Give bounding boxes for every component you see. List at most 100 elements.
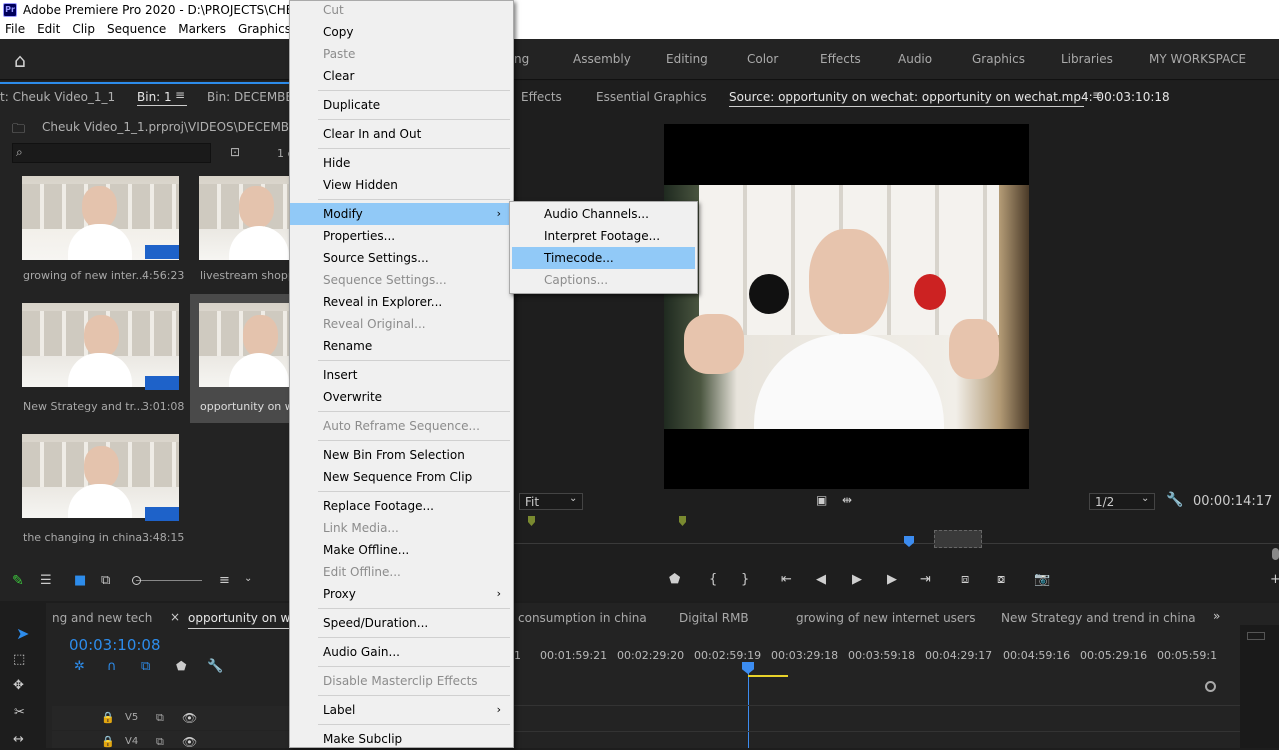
eye-icon[interactable]: 👁: [182, 735, 197, 749]
clip-thumbnail[interactable]: [22, 434, 179, 518]
tab-source[interactable]: Source: opportunity on wechat: opportuni…: [729, 90, 1170, 104]
search-input[interactable]: [12, 143, 211, 163]
folder-up-icon[interactable]: 🗀: [12, 120, 25, 142]
menu-item-edit-offline[interactable]: Edit Offline...: [290, 561, 513, 583]
nest-icon[interactable]: ✲: [74, 659, 85, 674]
sync-lock-icon[interactable]: ⧉: [156, 711, 164, 725]
source-scrub-bar[interactable]: [514, 543, 1279, 544]
menu-item-sequence-settings[interactable]: Sequence Settings...: [290, 269, 513, 291]
menu-item-copy[interactable]: Copy: [290, 21, 513, 43]
panel-menu-icon[interactable]: ≡: [1092, 88, 1102, 102]
menu-item-source-settings[interactable]: Source Settings...: [290, 247, 513, 269]
menu-item-speed-duration[interactable]: Speed/Duration...: [290, 612, 513, 634]
pencil-icon[interactable]: ✎: [12, 573, 24, 589]
sort-icon[interactable]: ≡: [219, 573, 230, 588]
clip-thumbnail-selected[interactable]: [199, 303, 289, 387]
menu-item-reveal-in-explorer[interactable]: Reveal in Explorer...: [290, 291, 513, 313]
tab-bin-1[interactable]: Bin: 1: [137, 90, 172, 104]
tab-sequence[interactable]: New Strategy and trend in china: [1001, 611, 1196, 625]
menu-item-reveal-original[interactable]: Reveal Original...: [290, 313, 513, 335]
tab-bin-december[interactable]: Bin: DECEMBER: [207, 90, 301, 104]
menu-item-paste[interactable]: Paste: [290, 43, 513, 65]
menu-item-clear[interactable]: Clear: [290, 65, 513, 87]
step-back-icon[interactable]: ◀: [816, 572, 826, 587]
lock-icon[interactable]: 🔒: [101, 711, 115, 724]
menu-item-label[interactable]: Label ›: [290, 699, 513, 721]
scroll-handle[interactable]: [1272, 548, 1279, 560]
tab-sequence[interactable]: consumption in china: [518, 611, 647, 625]
step-forward-icon[interactable]: ▶: [887, 572, 897, 587]
submenu-item-timecode[interactable]: Timecode...: [512, 247, 695, 269]
menu-item-make-subclip[interactable]: Make Subclip: [290, 728, 513, 750]
menu-sequence[interactable]: Sequence: [101, 22, 172, 36]
add-marker-icon[interactable]: ⬟: [176, 659, 186, 673]
menu-item-overwrite[interactable]: Overwrite: [290, 386, 513, 408]
close-icon[interactable]: ×: [170, 610, 180, 624]
lock-icon[interactable]: 🔒: [101, 735, 115, 748]
slip-tool-icon[interactable]: ↔: [13, 732, 24, 747]
workspace-color[interactable]: Color: [747, 52, 778, 66]
drag-video-icon[interactable]: ⇹: [842, 493, 852, 507]
menu-item-rename[interactable]: Rename: [290, 335, 513, 357]
menu-item-modify[interactable]: Modify ›: [290, 203, 513, 225]
snap-icon[interactable]: ∩: [107, 659, 117, 674]
mark-out-icon[interactable]: }: [741, 572, 749, 587]
workspace-effects[interactable]: Effects: [820, 52, 861, 66]
menu-item-proxy[interactable]: Proxy ›: [290, 583, 513, 605]
menu-item-duplicate[interactable]: Duplicate: [290, 94, 513, 116]
menu-item-disable-masterclip-effects[interactable]: Disable Masterclip Effects: [290, 670, 513, 692]
workspace-editing[interactable]: Editing: [666, 52, 708, 66]
menu-item-link-media[interactable]: Link Media...: [290, 517, 513, 539]
menu-item-properties[interactable]: Properties...: [290, 225, 513, 247]
home-icon[interactable]: ⌂: [14, 50, 38, 72]
panel-menu-icon[interactable]: ≡: [175, 88, 185, 102]
menu-item-cut[interactable]: Cut: [290, 0, 513, 21]
menu-item-view-hidden[interactable]: View Hidden: [290, 174, 513, 196]
menu-item-clear-in-out[interactable]: Clear In and Out: [290, 123, 513, 145]
go-to-in-icon[interactable]: ⇤: [781, 572, 792, 587]
workspace-libraries[interactable]: Libraries: [1061, 52, 1113, 66]
chevron-down-icon[interactable]: ⌄: [244, 573, 252, 584]
play-icon[interactable]: ▶: [852, 572, 862, 587]
icon-view-icon[interactable]: ■: [74, 573, 86, 588]
insert-icon[interactable]: ⧈: [961, 572, 969, 587]
linked-selection-icon[interactable]: ⧉: [141, 659, 150, 674]
sync-lock-icon[interactable]: ⧉: [156, 735, 164, 749]
menu-item-hide[interactable]: Hide: [290, 152, 513, 174]
overwrite-icon[interactable]: ⧇: [997, 572, 1005, 587]
tab-essential-graphics[interactable]: Essential Graphics: [596, 90, 707, 104]
workspace-my-workspace[interactable]: MY WORKSPACE: [1149, 52, 1246, 66]
workspace-learning[interactable]: ng: [514, 52, 529, 66]
export-frame-icon[interactable]: 📷: [1034, 572, 1050, 587]
razor-tool-icon[interactable]: ✂: [14, 705, 25, 720]
new-search-bin-icon[interactable]: ⊡: [230, 145, 240, 159]
tab-effects[interactable]: Effects: [521, 90, 562, 104]
more-tabs-icon[interactable]: »: [1213, 609, 1220, 623]
menu-edit[interactable]: Edit: [31, 22, 66, 36]
wrench-icon[interactable]: 🔧: [207, 659, 223, 674]
zoom-scroll-handle[interactable]: [1205, 681, 1216, 692]
menu-clip[interactable]: Clip: [66, 22, 101, 36]
menu-file[interactable]: File: [0, 22, 31, 36]
menu-item-audio-gain[interactable]: Audio Gain...: [290, 641, 513, 663]
workspace-assembly[interactable]: Assembly: [573, 52, 631, 66]
track-select-icon[interactable]: ⬚: [13, 652, 25, 667]
eye-icon[interactable]: 👁: [182, 711, 197, 725]
menu-item-new-sequence-from-clip[interactable]: New Sequence From Clip: [290, 466, 513, 488]
tab-sequence[interactable]: ng and new tech: [52, 611, 152, 625]
sequence-timecode[interactable]: 00:03:10:08: [69, 636, 161, 654]
add-button-icon[interactable]: +: [1270, 572, 1279, 587]
wrench-icon[interactable]: 🔧: [1166, 492, 1183, 508]
zoom-slider[interactable]: [136, 580, 202, 581]
clip-thumbnail[interactable]: [22, 303, 179, 387]
zoom-slider-handle[interactable]: [132, 576, 141, 585]
menu-markers[interactable]: Markers: [172, 22, 232, 36]
menu-graphics[interactable]: Graphics: [232, 22, 297, 36]
menu-item-auto-reframe[interactable]: Auto Reframe Sequence...: [290, 415, 513, 437]
clip-thumbnail[interactable]: [199, 176, 289, 260]
menu-item-new-bin-from-selection[interactable]: New Bin From Selection: [290, 444, 513, 466]
tab-project[interactable]: t: Cheuk Video_1_1: [0, 90, 115, 104]
menu-item-insert[interactable]: Insert: [290, 364, 513, 386]
selection-tool-icon[interactable]: ➤: [16, 624, 29, 643]
tab-sequence[interactable]: growing of new internet users: [796, 611, 976, 625]
